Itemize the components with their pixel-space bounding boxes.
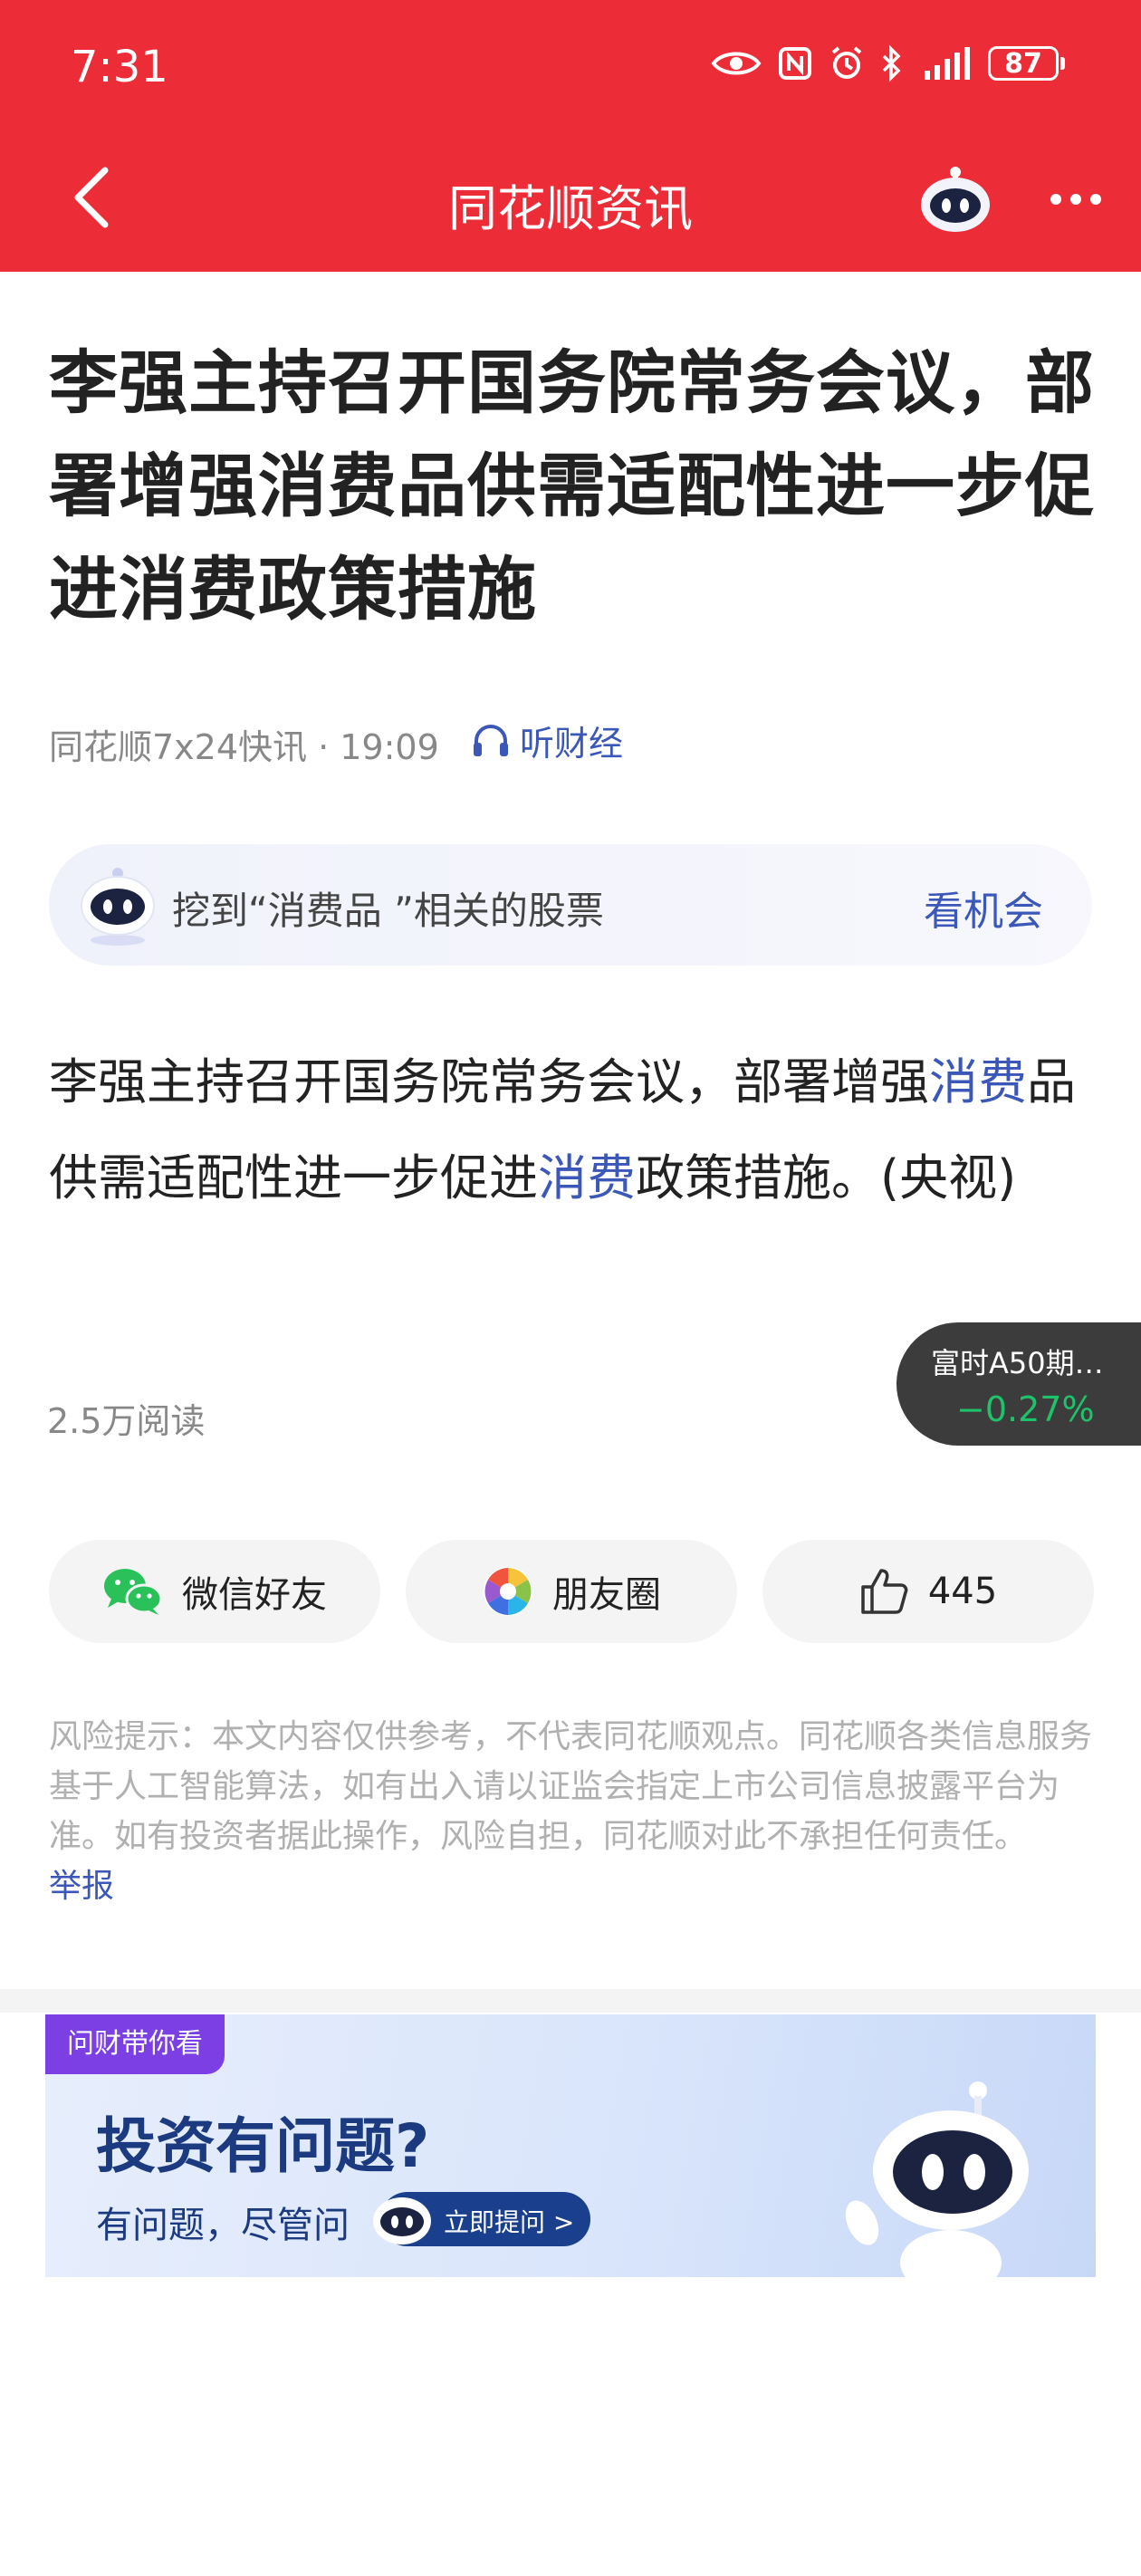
ask-now-label: 立即提问 > [444,2207,575,2237]
headphones-icon [474,724,508,756]
keyword-link-consumption[interactable]: 消费 [929,1053,1027,1110]
status-time: 7:31 [71,42,168,92]
article-title: 李强主持召开国务院常务会议，部署增强消费品供需适配性进一步促进消费政策措施 [49,342,1095,630]
robot-icon [81,868,155,946]
dot-icon [1050,194,1061,205]
share-wechat-label: 微信好友 [182,1574,327,1616]
article-body: 李强主持召开国务院常务会议，部署增强消费品供需适配性进一步促进消费政策措施。(央… [49,1034,1099,1226]
ask-now-button[interactable]: 立即提问 > [373,2192,590,2246]
risk-text: 风险提示：本文内容仅供参考，不代表同花顺观点。同花顺各类信息服务基于人工智能算法… [49,1718,1093,1855]
thumbs-up-icon [861,1569,908,1614]
share-wechat-button[interactable]: 微信好友 [49,1540,380,1643]
moments-icon [484,1567,532,1616]
bluetooth-icon [882,45,901,82]
risk-disclaimer: 风险提示：本文内容仅供参考，不代表同花顺观点。同花顺各类信息服务基于人工智能算法… [49,1712,1099,1911]
quote-name: 富时A50期… [931,1346,1104,1380]
like-count: 445 [927,1571,998,1612]
view-opportunity-link[interactable]: 看机会 [924,879,1043,937]
ai-assistant-button[interactable] [916,163,994,235]
ad-tag: 问财带你看 [45,2014,225,2074]
listen-label: 听财经 [520,724,624,764]
listen-button[interactable]: 听财经 [471,716,623,765]
section-divider [0,1989,1141,2013]
ad-subtitle: 有问题，尽管问 [96,2205,350,2246]
robot-mascot-icon [845,2081,1029,2277]
ad-banner[interactable]: 问财带你看 投资有问题? 有问题，尽管问 立即提问 > [45,2014,1096,2277]
keyword-link-consumption[interactable]: 消费 [538,1149,636,1206]
report-link[interactable]: 举报 [49,1868,114,1905]
body-text-1: 李强主持召开国务院常务会议，部署增强 [49,1053,929,1110]
article-source-time: 同花顺7x24快讯 · 19:09 [49,727,439,767]
related-stocks-text: 挖到“消费品 ”相关的股票 [172,889,604,933]
battery-icon: 87 [988,46,1065,81]
app-header: 7:31 87 同花顺资讯 [0,0,1141,272]
nfc-icon [779,47,811,80]
eye-icon [711,52,762,75]
status-icons: 87 [711,45,1065,82]
floating-quote-widget[interactable]: 富时A50期… −0.27% [896,1322,1141,1446]
signal-icon [925,47,970,80]
wechat-icon [104,1569,163,1615]
battery-level: 87 [988,46,1059,81]
quote-change: −0.27% [956,1389,1095,1429]
dot-icon [1090,194,1101,205]
robot-icon [373,2197,431,2244]
related-stocks-banner[interactable]: 挖到“消费品 ”相关的股票 看机会 [49,844,1092,966]
more-options-button[interactable] [1050,181,1110,217]
robot-icon [921,167,990,232]
alarm-icon [831,46,862,79]
read-count: 2.5万阅读 [47,1401,206,1441]
ad-title: 投资有问题? [96,2111,430,2181]
share-moments-label: 朋友圈 [552,1574,661,1616]
like-button[interactable]: 445 [762,1540,1094,1643]
share-moments-button[interactable]: 朋友圈 [406,1540,737,1643]
dot-icon [1070,194,1081,205]
body-text-3: 政策措施。(央视) [636,1149,1017,1206]
